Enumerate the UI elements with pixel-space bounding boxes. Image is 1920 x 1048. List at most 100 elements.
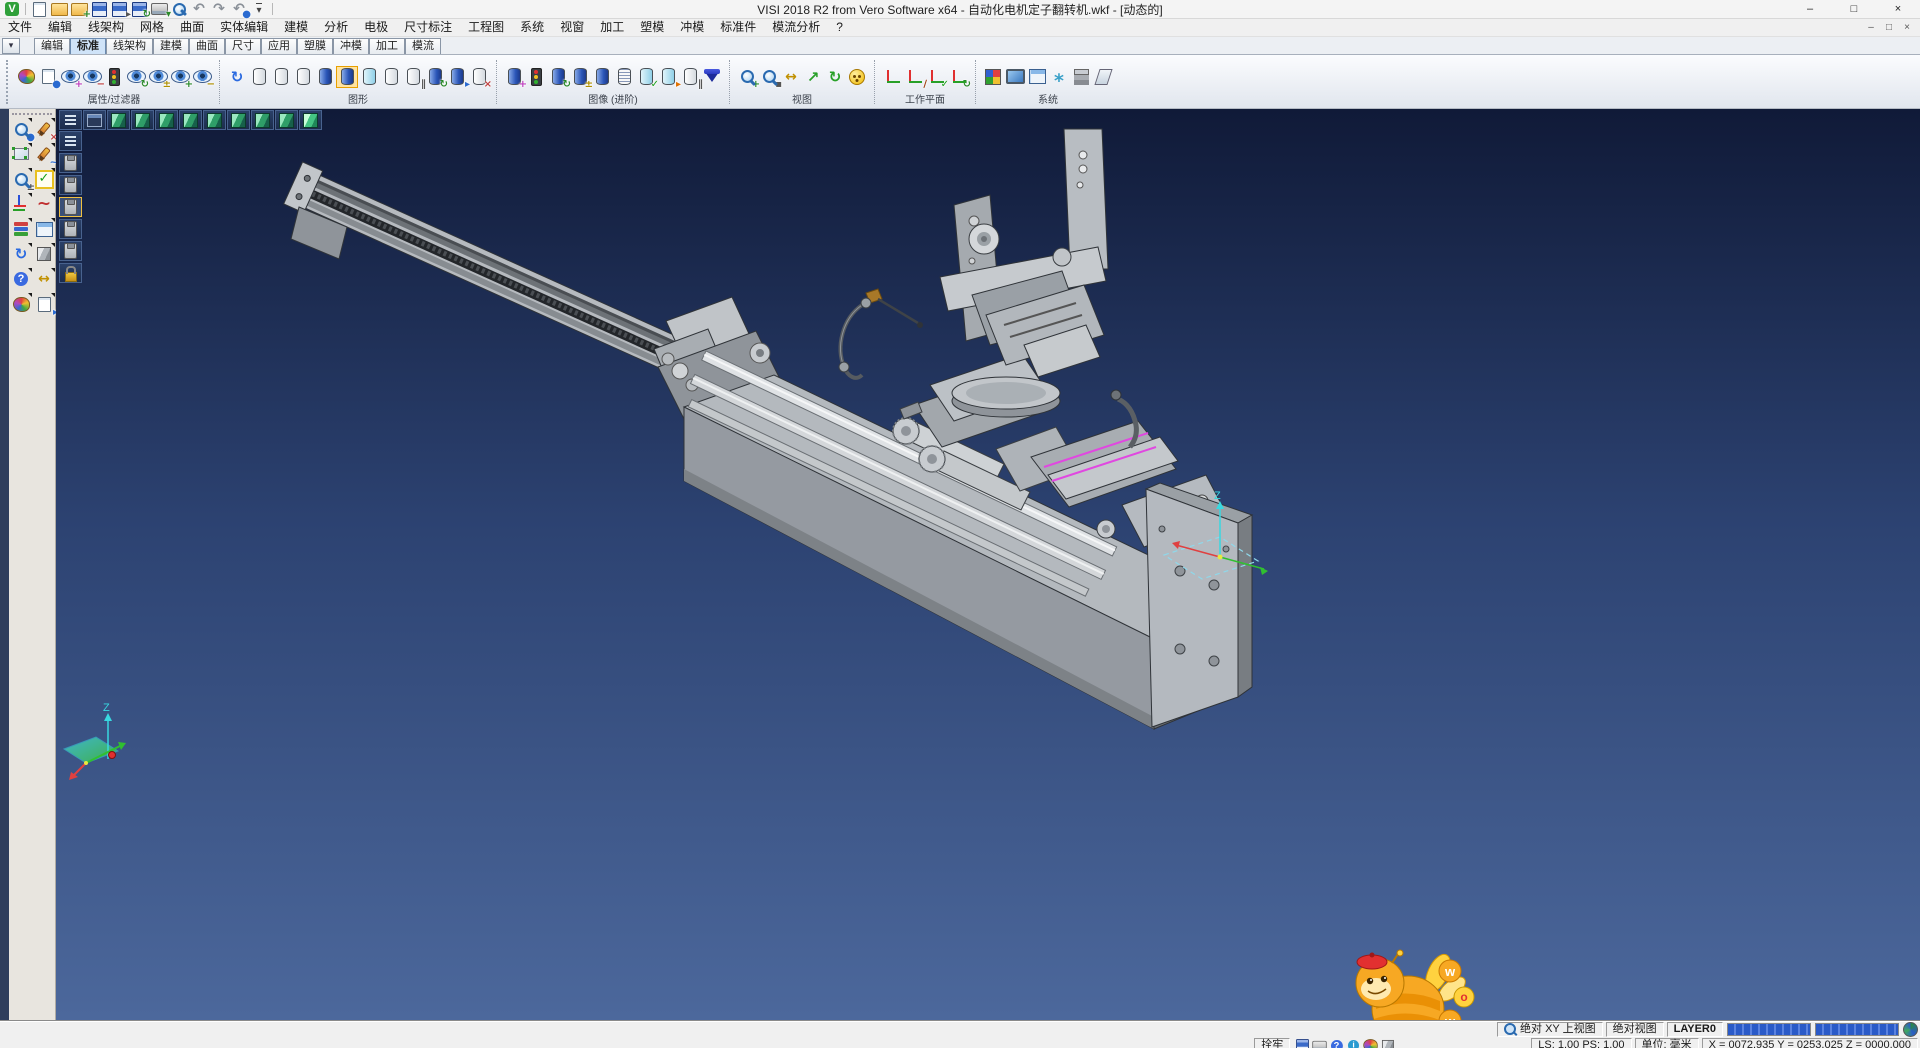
hide-all-icon[interactable]: − — [192, 67, 212, 87]
mdi-close-button[interactable]: × — [1898, 22, 1916, 33]
menu-item[interactable]: 加工 — [592, 19, 632, 36]
menu-item[interactable]: 尺寸标注 — [396, 19, 460, 36]
view-right-icon[interactable] — [227, 110, 250, 130]
refresh-view-icon[interactable] — [825, 67, 845, 87]
tab[interactable]: 建模 — [153, 38, 189, 54]
view-back-icon[interactable] — [179, 110, 202, 130]
status-cube-icon[interactable] — [1381, 1039, 1395, 1048]
spline-edit-icon[interactable] — [33, 193, 55, 215]
status-save-icon[interactable] — [1296, 1039, 1310, 1048]
image-check-icon[interactable]: ✓ — [636, 67, 656, 87]
ghost-view-icon[interactable] — [381, 67, 401, 87]
view-iso-1-icon[interactable] — [251, 110, 274, 130]
menu-item[interactable]: 建模 — [276, 19, 316, 36]
system-profile-icon[interactable] — [1093, 67, 1113, 87]
workplane-align-icon[interactable]: ✓ — [926, 67, 946, 87]
selection-zoom-icon[interactable]: ● — [10, 118, 32, 140]
mdi-minimize-button[interactable]: – — [1862, 22, 1880, 33]
hidden-dashed-icon[interactable] — [293, 67, 313, 87]
menu-item[interactable]: 冲模 — [672, 19, 712, 36]
tab[interactable]: 曲面 — [189, 38, 225, 54]
layer-indicator[interactable]: LAYER0 — [1667, 1022, 1723, 1037]
menu-item[interactable]: 视窗 — [552, 19, 592, 36]
move-triad-icon[interactable] — [10, 193, 32, 215]
panel-window-icon[interactable] — [83, 110, 106, 130]
clip-section-icon[interactable]: ∥ — [403, 67, 423, 87]
status-info-icon[interactable] — [1347, 1039, 1361, 1048]
filter-traffic-icon[interactable] — [104, 67, 124, 87]
insert-file-icon[interactable]: + — [70, 1, 88, 17]
workplane-create-icon[interactable] — [882, 67, 902, 87]
toolbar-options-icon[interactable] — [250, 1, 268, 17]
status-palette-icon[interactable] — [1364, 1039, 1378, 1048]
view-axonometric-icon[interactable] — [107, 110, 130, 130]
status-print-icon[interactable] — [1313, 1039, 1327, 1048]
attribute-books-icon[interactable] — [10, 218, 32, 240]
view-refresh-icon[interactable] — [10, 243, 32, 265]
context-help-icon[interactable] — [10, 268, 32, 290]
image-clip-icon[interactable]: ∥ — [680, 67, 700, 87]
visi-logo-icon[interactable] — [3, 1, 21, 17]
buffer-3-icon[interactable] — [59, 197, 82, 217]
buffer-2-icon[interactable] — [59, 175, 82, 195]
tab[interactable]: 加工 — [369, 38, 405, 54]
wireframe-icon[interactable] — [249, 67, 269, 87]
tab[interactable]: 线架构 — [106, 38, 153, 54]
tab[interactable]: 冲模 — [333, 38, 369, 54]
menu-item[interactable]: 模流分析 — [764, 19, 828, 36]
menu-item[interactable]: 曲面 — [172, 19, 212, 36]
new-document-icon[interactable] — [30, 1, 48, 17]
layer-palette-icon[interactable] — [10, 293, 32, 315]
tab[interactable]: 编辑 — [34, 38, 70, 54]
plane-select-icon[interactable] — [10, 143, 32, 165]
status-help-icon[interactable] — [1330, 1039, 1344, 1048]
tab[interactable]: 模流 — [405, 38, 441, 54]
menu-item[interactable]: 电极 — [356, 19, 396, 36]
print-icon[interactable]: ▾ — [150, 1, 168, 17]
menu-item[interactable]: ? — [828, 19, 851, 36]
close-button[interactable]: × — [1876, 0, 1920, 18]
menu-item[interactable]: 线架构 — [80, 19, 132, 36]
system-window-icon[interactable] — [1027, 67, 1047, 87]
maximize-button[interactable]: □ — [1832, 0, 1876, 18]
view-iso-2-icon[interactable] — [275, 110, 298, 130]
menu-item[interactable]: 塑模 — [632, 19, 672, 36]
delete-sketch-icon[interactable]: × — [33, 118, 55, 140]
render-quality-icon[interactable] — [702, 67, 722, 87]
view-left-icon[interactable] — [203, 110, 226, 130]
minimize-button[interactable]: – — [1788, 0, 1832, 18]
image-striped-icon[interactable] — [614, 67, 634, 87]
grid-plane-icon[interactable] — [33, 218, 55, 240]
tab[interactable]: 塑膜 — [297, 38, 333, 54]
image-toggle-icon[interactable]: ± — [570, 67, 590, 87]
menu-item[interactable]: 系统 — [512, 19, 552, 36]
menu-item[interactable]: 标准件 — [712, 19, 764, 36]
zoom-window-icon[interactable] — [781, 67, 801, 87]
zoom-solids-icon[interactable]: ± — [10, 168, 32, 190]
strip-menu-icon[interactable] — [59, 131, 82, 151]
view-front-icon[interactable] — [155, 110, 178, 130]
shaded-icon[interactable] — [315, 67, 335, 87]
image-refresh-icon[interactable]: ↻ — [548, 67, 568, 87]
image-shaded-icon[interactable] — [592, 67, 612, 87]
show-entities-icon[interactable]: + — [60, 67, 80, 87]
save-icon[interactable] — [90, 1, 108, 17]
pan-view-icon[interactable] — [803, 67, 823, 87]
menu-item[interactable]: 工程图 — [460, 19, 512, 36]
menu-item[interactable]: 实体编辑 — [212, 19, 276, 36]
render-settings-icon[interactable]: × — [469, 67, 489, 87]
zoom-extents-icon[interactable]: ▪ — [759, 67, 779, 87]
undo-history-icon[interactable]: ● — [230, 1, 248, 17]
save-as-icon[interactable]: ▸ — [110, 1, 128, 17]
shaded-cube-icon[interactable] — [33, 243, 55, 265]
system-snap-icon[interactable] — [1049, 67, 1069, 87]
undo-icon[interactable] — [190, 1, 208, 17]
tab[interactable]: 尺寸 — [225, 38, 261, 54]
print-preview-icon[interactable] — [170, 1, 188, 17]
image-traffic-icon[interactable] — [526, 67, 546, 87]
render-copy-icon[interactable]: ▸ — [447, 67, 467, 87]
system-display-icon[interactable] — [1005, 67, 1025, 87]
save-copy-icon[interactable]: ↻ — [130, 1, 148, 17]
panel-list-icon[interactable] — [59, 110, 82, 130]
menu-item[interactable]: 网格 — [132, 19, 172, 36]
